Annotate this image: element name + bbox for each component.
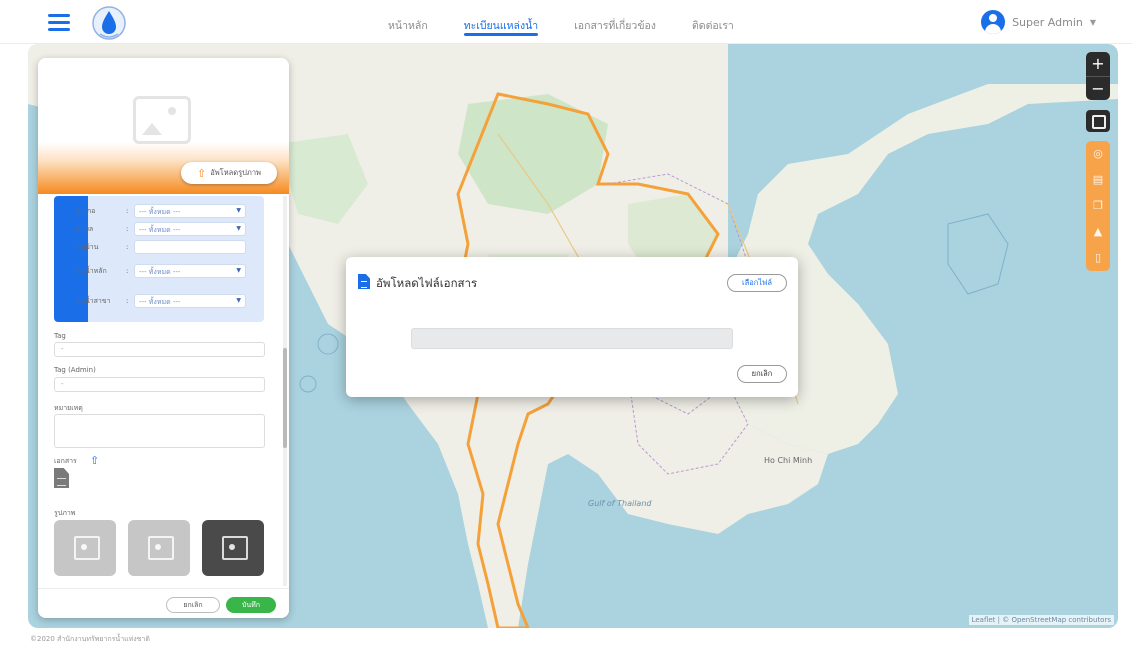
district-row: อำเภอ : --- ทั้งหมด ---	[76, 204, 246, 218]
map-attribution[interactable]: Leaflet | © OpenStreetMap contributors	[968, 615, 1114, 625]
modal-cancel-button[interactable]: ยกเลิก	[737, 365, 787, 383]
image-thumbnail[interactable]	[128, 520, 190, 576]
layers-icon[interactable]: ▤	[1086, 167, 1110, 193]
copy-icon[interactable]: ❐	[1086, 193, 1110, 219]
sub-basin-label: ลุ่มน้ำสาขา	[76, 296, 111, 305]
tag-admin-label: Tag (Admin)	[54, 366, 96, 374]
panel-scrollbar[interactable]	[283, 348, 287, 448]
panel-cancel-button[interactable]: ยกเลิก	[166, 597, 220, 613]
organization-logo	[92, 6, 126, 40]
images-label: รูปภาพ	[54, 509, 76, 517]
app: หน้าหลัก ทะเบียนแหล่งน้ำ เอกสารที่เกี่ยว…	[0, 0, 1132, 648]
footer-copyright: ©2020 สำนักงานทรัพยากรน้ำแห่งชาติ	[30, 635, 150, 643]
panel-save-button[interactable]: บันทึก	[226, 597, 276, 613]
main-basin-row: ลุ่มน้ำหลัก : --- ทั้งหมด ---	[76, 264, 246, 278]
target-icon[interactable]: ◎	[1086, 141, 1110, 167]
warning-icon[interactable]: ▲	[1086, 219, 1110, 245]
chevron-down-icon: ▼	[1089, 17, 1096, 27]
user-name: Super Admin	[1012, 15, 1083, 29]
nav-water-registry[interactable]: ทะเบียนแหล่งน้ำ	[446, 0, 556, 44]
colon: :	[126, 243, 129, 251]
document-icon[interactable]: ▯	[1086, 245, 1110, 271]
colon: :	[126, 225, 129, 233]
nav-home[interactable]: หน้าหลัก	[370, 0, 446, 44]
modal-title: อัพโหลดไฟล์เอกสาร	[376, 276, 478, 290]
image-placeholder-icon	[133, 96, 191, 144]
subdistrict-label: ตำบล	[76, 224, 94, 233]
colon: :	[126, 297, 129, 305]
upload-document-icon[interactable]: ⇧	[90, 454, 99, 467]
village-row: หมู่บ้าน :	[76, 240, 246, 254]
main-nav: หน้าหลัก ทะเบียนแหล่งน้ำ เอกสารที่เกี่ยว…	[370, 0, 752, 44]
subdistrict-select[interactable]: --- ทั้งหมด ---	[134, 222, 246, 236]
layers-toggle-icon[interactable]	[1086, 110, 1110, 132]
map-label-gulf: Gulf of Thailand	[588, 499, 652, 508]
hamburger-menu-icon[interactable]	[48, 14, 70, 32]
document-file-icon[interactable]	[54, 468, 69, 488]
main-basin-select[interactable]: --- ทั้งหมด ---	[134, 264, 246, 278]
user-menu[interactable]: Super Admin ▼	[981, 10, 1096, 34]
upload-icon: ⇧	[197, 166, 207, 180]
map-label-city: Ho Chi Minh	[764, 456, 813, 465]
document-icon	[358, 274, 370, 289]
upload-progress-bar	[411, 328, 733, 349]
nav-documents[interactable]: เอกสารที่เกี่ยวข้อง	[556, 0, 674, 44]
main-basin-label: ลุ่มน้ำหลัก	[76, 266, 107, 275]
map-toolbar: ◎ ▤ ❐ ▲ ▯	[1086, 141, 1110, 271]
tag-admin-input[interactable]: -	[54, 377, 265, 392]
user-avatar-icon	[981, 10, 1006, 34]
upload-image-label: อัพโหลดรูปภาพ	[210, 168, 261, 177]
zoom-out-button[interactable]: −	[1086, 76, 1110, 100]
nav-contact[interactable]: ติดต่อเรา	[674, 0, 752, 44]
panel-footer: ยกเลิก บันทึก	[38, 588, 289, 618]
choose-file-button[interactable]: เลือกไฟล์	[727, 274, 787, 292]
documents-label: เอกสาร	[54, 457, 77, 465]
top-navbar: หน้าหลัก ทะเบียนแหล่งน้ำ เอกสารที่เกี่ยว…	[0, 0, 1132, 44]
tag-input[interactable]: -	[54, 342, 265, 357]
sub-basin-row: ลุ่มน้ำสาขา : --- ทั้งหมด ---	[76, 294, 246, 308]
image-thumbnail[interactable]	[202, 520, 264, 576]
upload-document-modal: อัพโหลดไฟล์เอกสาร เลือกไฟล์ ยกเลิก	[346, 257, 798, 397]
tag-label: Tag	[54, 332, 66, 340]
panel-image-header: ⇧ อัพโหลดรูปภาพ	[38, 58, 289, 194]
subdistrict-row: ตำบล : --- ทั้งหมด ---	[76, 222, 246, 236]
note-textarea[interactable]	[54, 414, 265, 448]
colon: :	[126, 267, 129, 275]
village-label: หมู่บ้าน	[76, 242, 99, 251]
image-thumbnail[interactable]	[54, 520, 116, 576]
edit-panel: ⇧ อัพโหลดรูปภาพ อำเภอ : --- ทั้งหมด --- …	[38, 58, 289, 618]
colon: :	[126, 207, 129, 215]
district-label: อำเภอ	[76, 206, 96, 215]
zoom-in-button[interactable]: +	[1086, 52, 1110, 76]
sub-basin-select[interactable]: --- ทั้งหมด ---	[134, 294, 246, 308]
district-select[interactable]: --- ทั้งหมด ---	[134, 204, 246, 218]
village-input[interactable]	[134, 240, 246, 254]
upload-image-button[interactable]: ⇧ อัพโหลดรูปภาพ	[181, 162, 277, 184]
note-label: หมายเหตุ	[54, 404, 83, 412]
zoom-control: + −	[1086, 52, 1110, 100]
